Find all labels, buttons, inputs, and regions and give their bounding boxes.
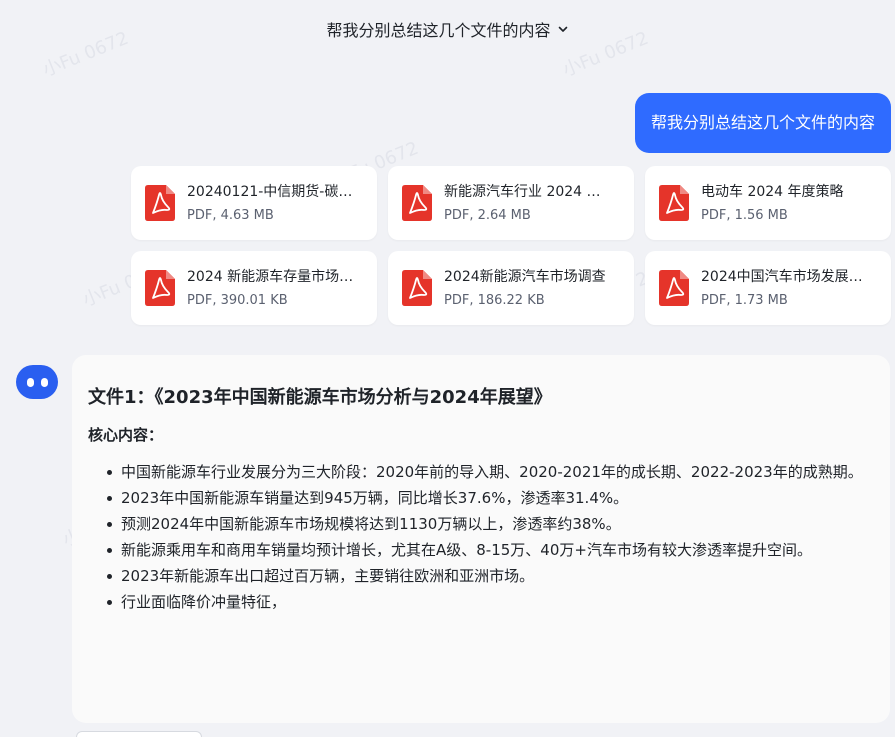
response-subheading: 核心内容：: [88, 426, 164, 444]
list-item: 行业面临降价冲量特征，: [88, 589, 872, 615]
user-message-bubble: 帮我分别总结这几个文件的内容: [634, 93, 891, 153]
conversation-title: 帮我分别总结这几个文件的内容: [326, 21, 551, 40]
pdf-icon: [402, 270, 432, 306]
list-item: 2023年中国新能源车销量达到945万辆，同比增长37.6%，渗透率31.4%。: [88, 485, 872, 511]
response-heading: 文件1：《2023年中国新能源车市场分析与2024年展望》: [88, 387, 552, 408]
file-size: PDF, 2.64 MB: [444, 207, 531, 223]
file-card[interactable]: 2024新能源汽车市场调查 PDF, 186.22 KB: [388, 251, 634, 325]
list-item: 新能源乘用车和商用车销量均预计增长，尤其在A级、8-15万、40万+汽车市场有较…: [88, 537, 872, 563]
file-name: 新能源汽车行业 2024 …: [444, 183, 601, 200]
file-name: 2024新能源汽车市场调查: [444, 268, 606, 285]
pdf-icon: [659, 185, 689, 221]
pdf-icon: [145, 185, 175, 221]
action-button[interactable]: [76, 731, 202, 737]
file-name: 电动车 2024 年度策略: [701, 183, 844, 200]
file-name: 2024中国汽车市场发展…: [701, 268, 863, 285]
conversation-title-dropdown[interactable]: 帮我分别总结这几个文件的内容: [326, 17, 568, 41]
summary-list: 中国新能源车行业发展分为三大阶段：2020年前的导入期、2020-2021年的成…: [88, 459, 872, 615]
file-card[interactable]: 2024中国汽车市场发展… PDF, 1.73 MB: [645, 251, 891, 325]
file-size: PDF, 390.01 KB: [187, 292, 288, 308]
pdf-icon: [145, 270, 175, 306]
pdf-icon: [659, 270, 689, 306]
list-item: 2023年新能源车出口超过百万辆，主要销往欧洲和亚洲市场。: [88, 563, 872, 589]
conversation-header: 帮我分别总结这几个文件的内容: [0, 0, 895, 58]
list-item: 预测2024年中国新能源车市场规模将达到1130万辆以上，渗透率约38%。: [88, 511, 872, 537]
file-card[interactable]: 2024 新能源车存量市场… PDF, 390.01 KB: [131, 251, 377, 325]
file-card[interactable]: 新能源汽车行业 2024 … PDF, 2.64 MB: [388, 166, 634, 240]
user-message-text: 帮我分别总结这几个文件的内容: [650, 113, 875, 132]
avatar-eye: [26, 377, 34, 387]
file-card[interactable]: 20240121-中信期货-碳… PDF, 4.63 MB: [131, 166, 377, 240]
file-size: PDF, 1.56 MB: [701, 207, 788, 223]
avatar-eye: [40, 377, 48, 387]
pdf-icon: [402, 185, 432, 221]
assistant-avatar-icon: [16, 365, 58, 399]
file-name: 2024 新能源车存量市场…: [187, 268, 354, 285]
list-item: 中国新能源车行业发展分为三大阶段：2020年前的导入期、2020-2021年的成…: [88, 459, 872, 485]
chevron-down-icon: [558, 26, 567, 32]
assistant-response: 文件1：《2023年中国新能源车市场分析与2024年展望》 核心内容： 中国新能…: [72, 355, 890, 723]
file-size: PDF, 1.73 MB: [701, 292, 788, 308]
file-name: 20240121-中信期货-碳…: [187, 183, 353, 200]
attachment-list: 20240121-中信期货-碳… PDF, 4.63 MB 新能源汽车行业 20…: [131, 166, 891, 325]
file-size: PDF, 186.22 KB: [444, 292, 545, 308]
file-size: PDF, 4.63 MB: [187, 207, 274, 223]
file-card[interactable]: 电动车 2024 年度策略 PDF, 1.56 MB: [645, 166, 891, 240]
